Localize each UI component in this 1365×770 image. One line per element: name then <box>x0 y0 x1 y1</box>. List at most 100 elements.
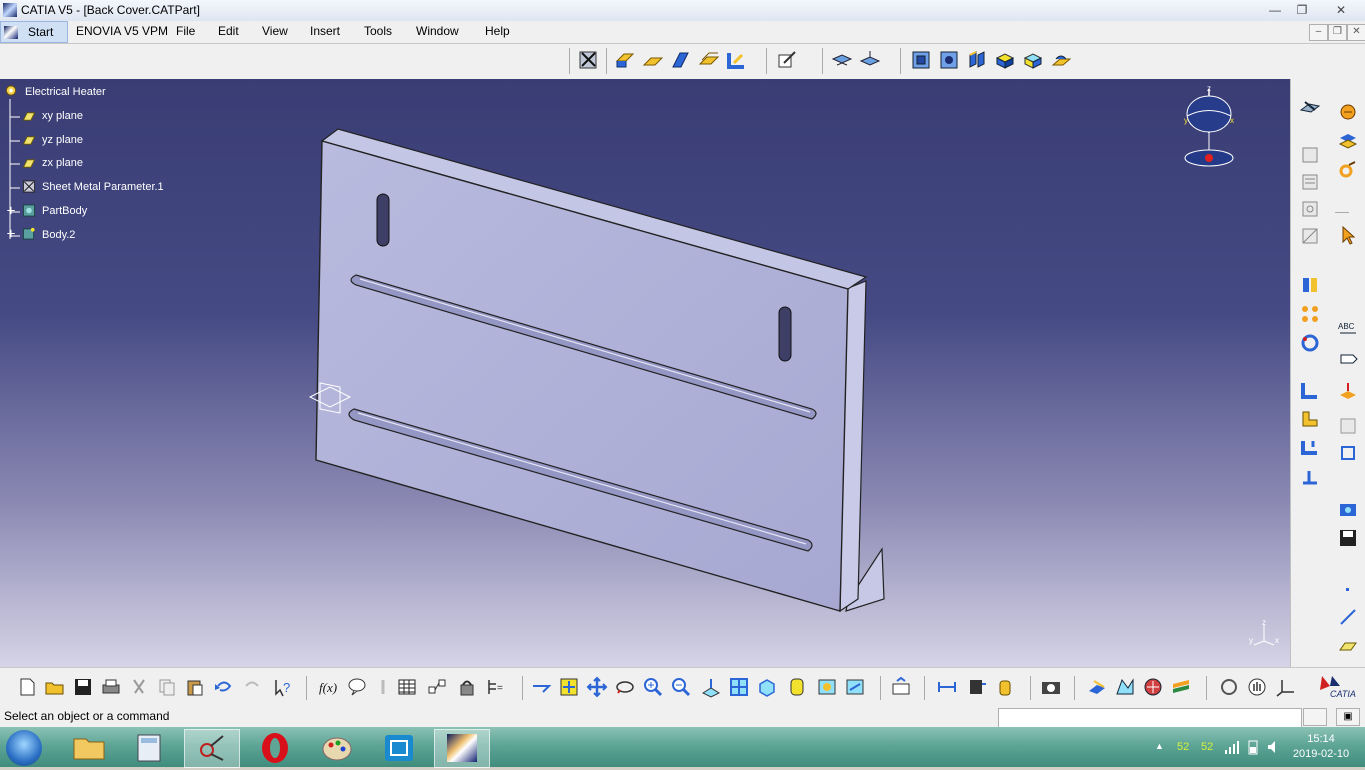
parameters-explorer-icon[interactable]: = <box>484 676 506 698</box>
point-to-point-icon[interactable] <box>1299 408 1321 430</box>
texture-icon[interactable] <box>1170 676 1192 698</box>
zoom-box-icon[interactable]: ▣ <box>1336 708 1360 726</box>
fold-unfold-icon[interactable] <box>1299 379 1321 401</box>
doc-minimize-button[interactable]: – <box>1309 24 1328 41</box>
help-icon[interactable]: ? <box>272 676 294 698</box>
catalog-browser-icon[interactable] <box>1337 499 1359 521</box>
minimize-button[interactable]: — <box>1263 2 1287 18</box>
walls-icon[interactable] <box>614 49 636 71</box>
command-input[interactable] <box>998 708 1302 728</box>
hide-show-icon[interactable] <box>816 676 838 698</box>
network-signal-icon[interactable] <box>1224 740 1240 754</box>
measure-item-icon[interactable] <box>966 676 988 698</box>
swap-visible-space-icon[interactable] <box>844 676 866 698</box>
wall-icon[interactable] <box>642 49 664 71</box>
apply-material-icon[interactable] <box>994 676 1016 698</box>
show-hidden-icons[interactable]: ▲ <box>1155 741 1164 751</box>
new-icon[interactable] <box>16 676 38 698</box>
views-layout-icon[interactable] <box>1337 415 1359 437</box>
3d-annotation-view-icon[interactable] <box>1337 442 1359 464</box>
open-icon[interactable] <box>44 676 66 698</box>
menu-insert[interactable]: Insert <box>310 24 340 38</box>
calculator-icon[interactable] <box>122 729 176 766</box>
power-input-button[interactable] <box>1303 708 1327 726</box>
volume-icon[interactable] <box>1266 739 1282 755</box>
opera-browser-icon[interactable] <box>248 729 302 766</box>
drawing-sheet-icon[interactable] <box>1299 144 1321 166</box>
knowledge-advisor-icon[interactable] <box>346 676 368 698</box>
menu-start[interactable]: Start <box>0 21 68 43</box>
draft-analysis-icon[interactable] <box>1114 676 1136 698</box>
screen-capture-icon[interactable] <box>372 729 426 766</box>
sheet-metal-parameters-icon[interactable] <box>578 49 600 71</box>
circular-pattern-icon[interactable] <box>1299 332 1321 354</box>
file-explorer-icon[interactable] <box>62 729 116 766</box>
isometric-view-icon[interactable] <box>756 676 778 698</box>
zoom-out-icon[interactable] <box>670 676 692 698</box>
fold-icon[interactable] <box>859 49 881 71</box>
sheet-metal-workbench-icon[interactable] <box>1299 96 1321 118</box>
drawing-view-icon[interactable] <box>1299 171 1321 193</box>
measure-inertia-icon[interactable] <box>1337 101 1359 123</box>
tray-temp-2[interactable]: 52 <box>1201 741 1213 753</box>
hand-pan-icon[interactable] <box>1246 676 1268 698</box>
drawing-section-icon[interactable] <box>1299 225 1321 247</box>
shading-icon[interactable] <box>786 676 808 698</box>
copy-icon[interactable] <box>156 676 178 698</box>
taskbar-app-catia[interactable] <box>434 729 490 768</box>
save-icon[interactable] <box>72 676 94 698</box>
normal-view-icon[interactable] <box>700 676 722 698</box>
menu-help[interactable]: Help <box>485 24 510 38</box>
text-annotation-icon[interactable]: ABC <box>1337 319 1359 341</box>
back-cover-part-model[interactable] <box>0 79 1290 667</box>
print-icon[interactable] <box>100 676 122 698</box>
rotate-icon[interactable] <box>614 676 636 698</box>
3d-viewport[interactable]: Electrical Heater xy plane yz plane zx p… <box>0 79 1290 667</box>
symmetry-icon[interactable] <box>1299 274 1321 296</box>
datum-feature-icon[interactable] <box>1337 379 1359 401</box>
menu-edit[interactable]: Edit <box>218 24 239 38</box>
flag-note-icon[interactable] <box>1337 347 1359 369</box>
rectangular-pattern-icon[interactable] <box>1299 303 1321 325</box>
menu-view[interactable]: View <box>262 24 288 38</box>
save-catalog-icon[interactable] <box>1337 527 1359 549</box>
pan-icon[interactable] <box>586 676 608 698</box>
sketch-icon[interactable] <box>776 49 798 71</box>
pocket-icon[interactable] <box>910 49 932 71</box>
menu-enovia[interactable]: ENOVIA V5 VPM <box>76 24 168 38</box>
doc-close-button[interactable]: ✕ <box>1347 24 1365 41</box>
point-icon[interactable] <box>1337 579 1359 601</box>
axis-system-icon[interactable] <box>1274 676 1296 698</box>
planar-patterns-icon[interactable] <box>1337 131 1359 153</box>
capture-icon[interactable] <box>1040 676 1062 698</box>
stamp-icon[interactable] <box>1022 49 1044 71</box>
close-button[interactable]: ✕ <box>1326 2 1356 18</box>
formula-icon[interactable]: f(x) <box>318 676 340 698</box>
drawing-detail-icon[interactable] <box>1299 198 1321 220</box>
instantiate-icon[interactable] <box>426 676 448 698</box>
recognize-icon[interactable] <box>1299 437 1321 459</box>
windows-start-button[interactable] <box>6 730 42 766</box>
lock-icon[interactable] <box>456 676 478 698</box>
taskbar-clock[interactable]: 15:14 2019-02-10 <box>1286 732 1356 762</box>
chain-icon[interactable] <box>1337 159 1359 181</box>
paste-icon[interactable] <box>184 676 206 698</box>
restore-button[interactable]: ❐ <box>1290 2 1314 18</box>
design-table-icon[interactable] <box>396 676 418 698</box>
unfold-icon[interactable] <box>831 49 853 71</box>
line-icon[interactable] <box>1337 606 1359 628</box>
multi-view-icon[interactable] <box>1299 467 1321 489</box>
menu-file[interactable]: File <box>176 24 195 38</box>
analysis-icon[interactable] <box>1086 676 1108 698</box>
select-icon[interactable] <box>1337 224 1359 246</box>
corner-relief-icon[interactable] <box>1050 49 1072 71</box>
update-icon[interactable] <box>890 676 912 698</box>
cutout-icon[interactable] <box>726 49 748 71</box>
fit-all-in-icon[interactable] <box>558 676 580 698</box>
paint-icon[interactable] <box>310 729 364 766</box>
bend-icon[interactable] <box>698 49 720 71</box>
measure-between-icon[interactable] <box>936 676 958 698</box>
tray-temp-1[interactable]: 52 <box>1177 741 1189 753</box>
mirror-icon[interactable] <box>994 49 1016 71</box>
menu-tools[interactable]: Tools <box>364 24 392 38</box>
